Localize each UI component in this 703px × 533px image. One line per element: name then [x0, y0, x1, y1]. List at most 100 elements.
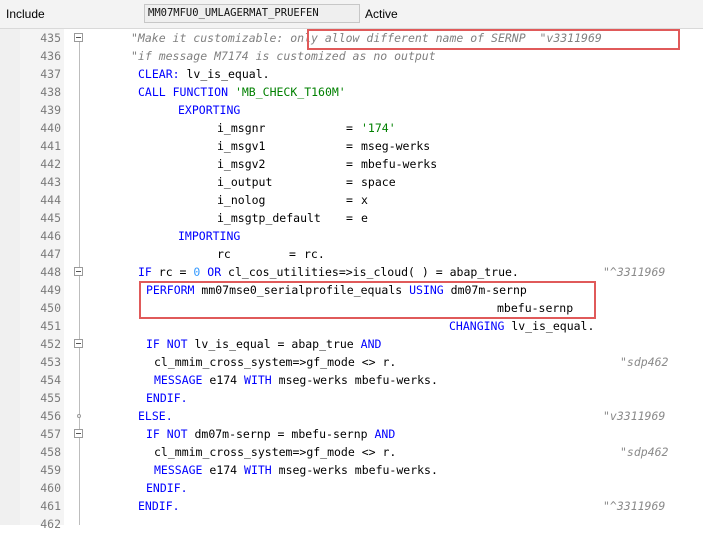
code-line[interactable]: 445 i_msgtp_default = e: [0, 209, 703, 227]
keyword: PERFORM: [146, 283, 195, 297]
keyword: ENDIF.: [146, 391, 188, 405]
equals-sign: =: [346, 139, 353, 153]
line-number: 462: [40, 517, 61, 531]
code-line[interactable]: 444 i_nolog = x: [0, 191, 703, 209]
code-line[interactable]: 441 i_msgv1 = mseg-werks: [0, 137, 703, 155]
keyword: WITH: [244, 463, 272, 477]
param-value: space: [361, 175, 396, 189]
code-line[interactable]: 440 i_msgnr = '174': [0, 119, 703, 137]
code-line[interactable]: 453 cl_mmim_cross_system=>gf_mode <> r. …: [0, 353, 703, 371]
keyword: AND: [360, 337, 382, 351]
code-line[interactable]: 442 i_msgv2 = mbefu-werks: [0, 155, 703, 173]
code-text: CALL FUNCTION 'MB_CHECK_T160M': [138, 83, 346, 101]
line-number: 446: [40, 229, 61, 243]
include-header-bar: Include MM07MFU0_UMLAGERMAT_PRUEFEN Acti…: [0, 0, 703, 29]
code-line[interactable]: 436 "if message M7174 is customized as n…: [0, 47, 703, 65]
code-line[interactable]: 457 IF NOT dm07m-sernp = mbefu-sernp AND: [0, 425, 703, 443]
line-number: 458: [40, 445, 61, 459]
code-line[interactable]: 455 ENDIF.: [0, 389, 703, 407]
line-number: 451: [40, 319, 61, 333]
keyword: IF: [138, 265, 152, 279]
code-line[interactable]: 462: [0, 515, 703, 533]
code-part: cl_mmim_cross_system=>gf_mode <> r.: [154, 355, 397, 369]
code-line[interactable]: 448 IF rc = 0 OR cl_cos_utilities=>is_cl…: [0, 263, 703, 281]
line-number: 452: [40, 337, 61, 351]
keyword: WITH: [244, 373, 272, 387]
fold-branch-icon: [77, 414, 81, 418]
fold-collapse-icon[interactable]: [74, 429, 83, 438]
code-editor[interactable]: 435 "Make it customizable: only allow di…: [0, 29, 703, 531]
code-line[interactable]: 451 CHANGING lv_is_equal.: [0, 317, 703, 335]
code-line[interactable]: 456 ELSE. "v3311969: [0, 407, 703, 425]
line-number: 455: [40, 391, 61, 405]
code-text: CHANGING lv_is_equal.: [449, 317, 594, 335]
fold-collapse-icon[interactable]: [74, 33, 83, 42]
change-tag: "^3311969: [603, 499, 666, 513]
code-text: PERFORM mm07mse0_serialprofile_equals US…: [146, 281, 527, 299]
include-label: Include: [6, 7, 45, 21]
code-line[interactable]: 437 CLEAR: lv_is_equal.: [0, 65, 703, 83]
code-line[interactable]: 450 mbefu-sernp: [0, 299, 703, 317]
param-name: i_msgv2: [217, 157, 266, 171]
keyword: ENDIF.: [146, 481, 188, 495]
change-tag: "^3311969: [603, 265, 666, 279]
code-line[interactable]: 438 CALL FUNCTION 'MB_CHECK_T160M': [0, 83, 703, 101]
line-number: 438: [40, 85, 61, 99]
include-name-field[interactable]: MM07MFU0_UMLAGERMAT_PRUEFEN: [144, 4, 360, 23]
string-literal: '174': [361, 121, 396, 135]
code-line[interactable]: 454 MESSAGE e174 WITH mseg-werks mbefu-w…: [0, 371, 703, 389]
line-number: 443: [40, 175, 61, 189]
string-literal: 'MB_CHECK_T160M': [234, 85, 346, 99]
line-number: 445: [40, 211, 61, 225]
line-number: 456: [40, 409, 61, 423]
code-line[interactable]: 447 rc = rc.: [0, 245, 703, 263]
line-number: 436: [40, 49, 61, 63]
code-line[interactable]: 459 MESSAGE e174 WITH mseg-werks mbefu-w…: [0, 461, 703, 479]
equals-sign: =: [346, 193, 353, 207]
code-line[interactable]: 435 "Make it customizable: only allow di…: [0, 29, 703, 47]
equals-sign: =: [346, 175, 353, 189]
code-line[interactable]: 443 i_output = space: [0, 173, 703, 191]
param-value: rc.: [304, 247, 325, 261]
code-text: IF NOT lv_is_equal = abap_true AND: [146, 335, 381, 353]
code-line[interactable]: 461 ENDIF. "^3311969: [0, 497, 703, 515]
param-name: i_output: [217, 175, 273, 189]
line-number: 441: [40, 139, 61, 153]
keyword: ENDIF.: [138, 499, 180, 513]
code-line[interactable]: 452 IF NOT lv_is_equal = abap_true AND: [0, 335, 703, 353]
param-name: i_msgtp_default: [217, 211, 321, 225]
code-text: IF rc = 0 OR cl_cos_utilities=>is_cloud(…: [138, 263, 519, 281]
equals-sign: =: [346, 211, 353, 225]
code-line[interactable]: 446 IMPORTING: [0, 227, 703, 245]
fold-collapse-icon[interactable]: [74, 267, 83, 276]
line-number: 457: [40, 427, 61, 441]
keyword: MESSAGE: [154, 463, 203, 477]
line-number: 461: [40, 499, 61, 513]
param-name: rc: [217, 247, 231, 261]
code-line[interactable]: 439 EXPORTING: [0, 101, 703, 119]
code-line[interactable]: 449 PERFORM mm07mse0_serialprofile_equal…: [0, 281, 703, 299]
code-text: MESSAGE e174 WITH mseg-werks mbefu-werks…: [154, 371, 438, 389]
comment-text: "Make it customizable: only allow differ…: [131, 31, 602, 45]
line-number: 437: [40, 67, 61, 81]
code-part: lv_is_equal = abap_true: [187, 337, 361, 351]
keyword: EXPORTING: [178, 103, 241, 117]
keyword: ELSE.: [138, 409, 173, 423]
keyword: IMPORTING: [178, 229, 241, 243]
code-text: MESSAGE e174 WITH mseg-werks mbefu-werks…: [154, 461, 438, 479]
change-tag: "v3311969: [603, 409, 666, 423]
code-line[interactable]: 458 cl_mmim_cross_system=>gf_mode <> r. …: [0, 443, 703, 461]
fold-collapse-icon[interactable]: [74, 339, 83, 348]
code-part: cl_cos_utilities=>is_cloud( ) = abap_tru…: [221, 265, 519, 279]
code-part: mbefu-sernp: [497, 301, 574, 315]
keyword: IF NOT: [146, 337, 188, 351]
param-value: mseg-werks: [361, 139, 431, 153]
code-part: mseg-werks mbefu-werks.: [271, 373, 438, 387]
line-number: 450: [40, 301, 61, 315]
code-part: dm07m-sernp: [443, 283, 527, 297]
code-part: dm07m-sernp = mbefu-sernp: [187, 427, 375, 441]
keyword: OR: [200, 265, 222, 279]
code-line[interactable]: 460 ENDIF.: [0, 479, 703, 497]
keyword: IF NOT: [146, 427, 188, 441]
line-number: 444: [40, 193, 61, 207]
